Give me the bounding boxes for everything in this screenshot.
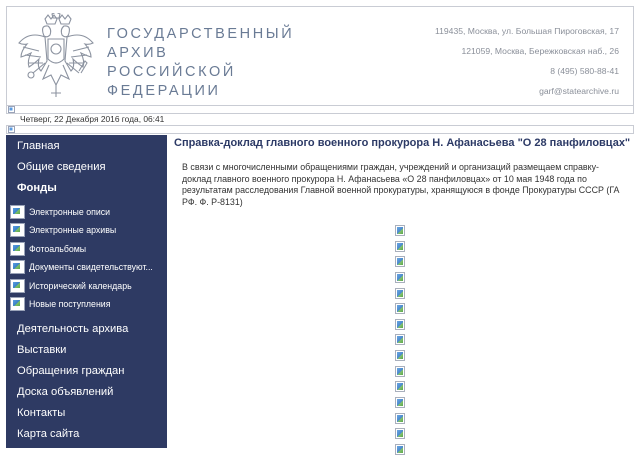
address-1: 119435, Москва, ул. Большая Пироговская,… [434, 26, 619, 36]
image-icon [10, 205, 25, 219]
image-icon [10, 260, 25, 274]
header-divider [6, 105, 634, 114]
current-date: Четверг, 22 Декабря 2016 года, 06:41 [20, 114, 165, 124]
broken-image-icon [8, 126, 15, 133]
nav-item-contacts[interactable]: Контакты [17, 407, 65, 419]
sub-item-electronic-inventories[interactable]: Электронные описи [10, 205, 110, 219]
nav-item-home[interactable]: Главная [17, 140, 60, 152]
document-image-placeholder[interactable] [395, 240, 405, 252]
sub-item-label: Фотоальбомы [29, 244, 87, 254]
sub-item-label: Электронные архивы [29, 225, 117, 235]
nav-item-general-info[interactable]: Общие сведения [17, 161, 106, 173]
contact-info: 119435, Москва, ул. Большая Пироговская,… [435, 21, 619, 101]
title-line-2: АРХИВ [107, 45, 169, 61]
document-image-placeholder[interactable] [395, 318, 405, 330]
document-image-list [395, 225, 407, 460]
image-icon [10, 242, 25, 256]
sidebar-nav: Главная Общие сведения Фонды Электронные… [6, 135, 167, 448]
document-image-placeholder[interactable] [395, 256, 405, 268]
document-image-placeholder[interactable] [395, 381, 405, 393]
sub-item-photo-albums[interactable]: Фотоальбомы [10, 242, 86, 256]
emblem-icon[interactable] [15, 13, 97, 99]
date-divider [6, 125, 634, 134]
document-image-placeholder[interactable] [395, 365, 405, 377]
document-image-placeholder[interactable] [395, 412, 405, 424]
document-image-placeholder[interactable] [395, 350, 405, 362]
sub-item-new-arrivals[interactable]: Новые поступления [10, 297, 110, 311]
document-image-placeholder[interactable] [395, 428, 405, 440]
image-icon [10, 279, 25, 293]
page-title: Справка-доклад главного военного прокуро… [174, 137, 631, 149]
nav-item-funds[interactable]: Фонды [17, 182, 57, 194]
archive-title[interactable]: ГОСУДАРСТВЕННЫЙ АРХИВ РОССИЙСКОЙ ФЕДЕРАЦ… [107, 25, 294, 101]
address-2: 121059, Москва, Бережковская наб., 26 [461, 46, 619, 56]
sub-item-label: Исторический календарь [29, 281, 132, 291]
nav-item-citizen-appeals[interactable]: Обращения граждан [17, 365, 124, 377]
sub-item-documents[interactable]: Документы свидетельствуют... [10, 260, 153, 274]
sub-item-electronic-archives[interactable]: Электронные архивы [10, 223, 116, 237]
sub-item-label: Документы свидетельствуют... [29, 262, 153, 272]
title-line-4: ФЕДЕРАЦИИ [107, 83, 221, 99]
document-image-placeholder[interactable] [395, 225, 405, 236]
nav-item-sitemap[interactable]: Карта сайта [17, 428, 79, 440]
document-image-placeholder[interactable] [395, 334, 405, 346]
document-image-placeholder[interactable] [395, 287, 405, 299]
email-link[interactable]: garf@statearchive.ru [435, 81, 619, 101]
title-line-1: ГОСУДАРСТВЕННЫЙ [107, 26, 295, 42]
nav-item-exhibitions[interactable]: Выставки [17, 344, 66, 356]
image-icon [10, 223, 25, 237]
title-line-3: РОССИЙСКОЙ [107, 64, 236, 80]
broken-image-icon [8, 106, 15, 113]
nav-item-activities[interactable]: Деятельность архива [17, 323, 128, 335]
sub-item-historical-calendar[interactable]: Исторический календарь [10, 279, 132, 293]
phone: 8 (495) 580-88-41 [550, 66, 619, 76]
document-image-placeholder[interactable] [395, 397, 405, 409]
main-content: Справка-доклад главного военного прокуро… [174, 137, 630, 455]
intro-paragraph: В связи с многочисленными обращениями гр… [182, 162, 620, 207]
nav-item-bulletin-board[interactable]: Доска объявлений [17, 386, 113, 398]
document-image-placeholder[interactable] [395, 303, 405, 315]
document-image-placeholder[interactable] [395, 271, 405, 283]
page: ГОСУДАРСТВЕННЫЙ АРХИВ РОССИЙСКОЙ ФЕДЕРАЦ… [0, 0, 640, 465]
image-icon [10, 297, 25, 311]
sub-item-label: Новые поступления [29, 299, 111, 309]
document-image-placeholder[interactable] [395, 443, 405, 455]
site-header: ГОСУДАРСТВЕННЫЙ АРХИВ РОССИЙСКОЙ ФЕДЕРАЦ… [6, 6, 634, 106]
sub-item-label: Электронные описи [29, 207, 111, 217]
